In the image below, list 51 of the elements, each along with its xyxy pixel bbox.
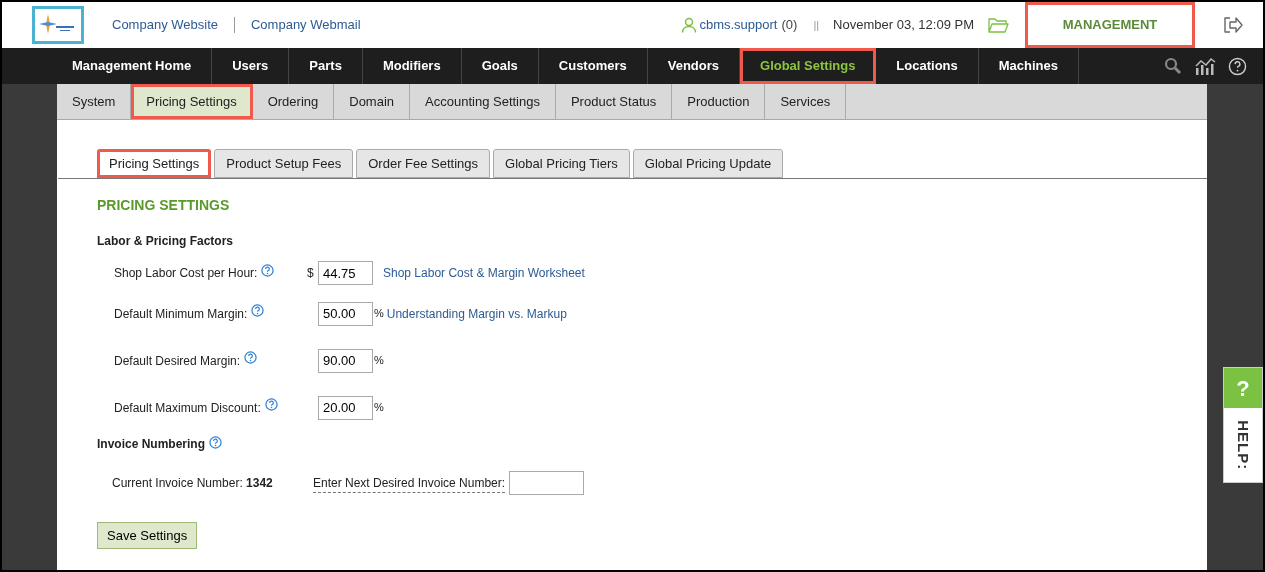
separator-mark: || <box>813 17 820 33</box>
number-field[interactable]: 50.00 <box>318 301 373 326</box>
sub-nav-tab[interactable]: Pricing Settings <box>131 84 253 119</box>
settings-tab[interactable]: Order Fee Settings <box>356 149 491 178</box>
company-logo[interactable] <box>32 6 84 44</box>
sub-nav-tab[interactable]: Services <box>765 84 847 119</box>
chart-icon[interactable] <box>1194 57 1216 75</box>
section-title: PRICING SETTINGS <box>97 196 231 215</box>
sub-nav-tab[interactable]: Domain <box>334 84 411 119</box>
user-link[interactable]: cbms.support <box>699 15 778 35</box>
save-settings-button[interactable]: Save Settings <box>97 522 198 549</box>
company-website-link[interactable]: Company Website <box>112 15 218 35</box>
sub-nav-tab[interactable]: Product Status <box>555 84 673 119</box>
percent-sign: % <box>374 400 384 416</box>
invoice-number-field[interactable] <box>509 471 585 495</box>
section-heading: Labor & Pricing Factors <box>97 233 235 250</box>
help-tab[interactable]: ? HELP: <box>1223 367 1263 483</box>
help-tab-icon: ? <box>1224 368 1262 408</box>
user-count: (0) <box>781 16 798 35</box>
help-link[interactable]: Understanding Margin vs. Markup <box>386 304 567 323</box>
number-field[interactable]: 44.75 <box>318 261 373 285</box>
field-label: Default Maximum Discount: <box>114 399 261 417</box>
help-tab-label: HELP: <box>1234 420 1254 470</box>
logout-icon[interactable] <box>1223 16 1243 34</box>
user-icon <box>681 17 698 33</box>
field-label: Default Minimum Margin: <box>114 305 248 323</box>
current-invoice-label: Current Invoice Number: 1342 <box>112 475 274 492</box>
company-webmail-link[interactable]: Company Webmail <box>251 15 361 35</box>
settings-tab[interactable]: Product Setup Fees <box>214 149 354 178</box>
settings-tab[interactable]: Pricing Settings <box>97 149 212 178</box>
sub-nav-tab[interactable]: Production <box>672 84 766 119</box>
number-field[interactable]: 90.00 <box>318 348 373 373</box>
help-link[interactable]: Shop Labor Cost & Margin Worksheet <box>383 264 585 282</box>
percent-sign: % <box>374 306 384 322</box>
field-label: Default Desired Margin: <box>114 352 241 370</box>
date-time: November 03, 12:09 PM <box>833 16 974 35</box>
folder-icon[interactable] <box>988 16 1009 34</box>
sub-nav-tab[interactable]: Accounting Settings <box>410 84 556 119</box>
sub-nav-tab[interactable]: Ordering <box>252 84 335 119</box>
management-button[interactable]: MANAGEMENT <box>1025 2 1195 48</box>
main-nav-item[interactable]: Global Settings <box>740 48 877 84</box>
section-heading: Invoice Numbering <box>97 436 206 453</box>
settings-tab[interactable]: Global Pricing Tiers <box>493 149 630 178</box>
settings-tab[interactable]: Global Pricing Update <box>632 149 784 178</box>
percent-sign: % <box>374 353 384 369</box>
search-icon[interactable] <box>1164 57 1182 75</box>
field-label: Shop Labor Cost per Hour: <box>114 265 258 282</box>
currency-symbol: $ <box>307 265 315 282</box>
next-invoice-label: Enter Next Desired Invoice Number: <box>313 473 506 493</box>
number-field[interactable]: 20.00 <box>318 395 373 420</box>
help-icon[interactable] <box>1228 56 1247 76</box>
